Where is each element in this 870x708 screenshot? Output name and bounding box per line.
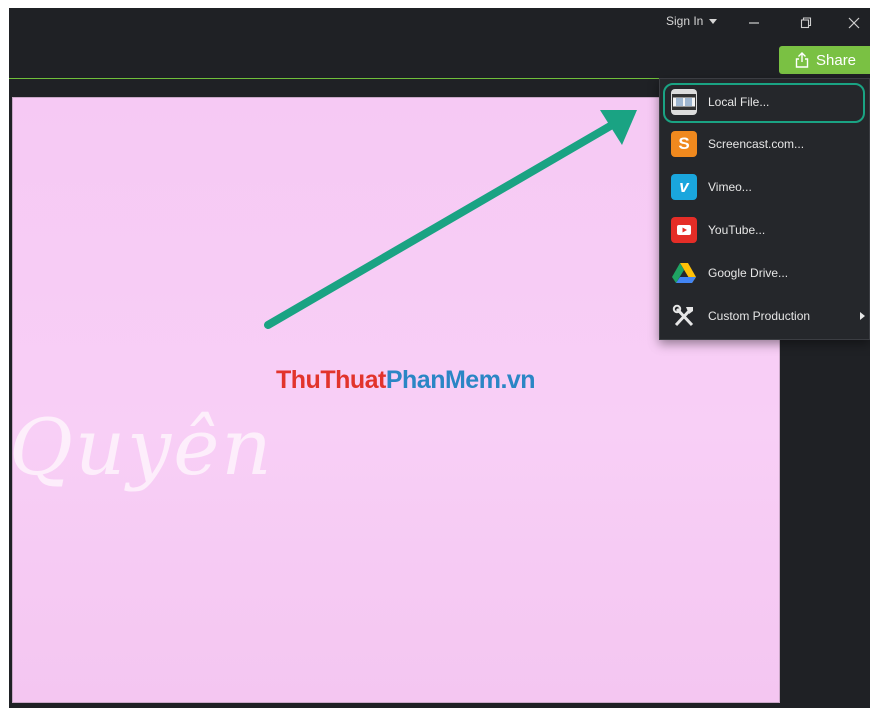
menu-item-vimeo[interactable]: v Vimeo... [660, 167, 869, 207]
watermark: ThuThuatPhanMem.vn [276, 366, 536, 395]
vimeo-icon: v [671, 174, 697, 200]
tools-icon [671, 303, 697, 329]
share-button[interactable]: Share [779, 46, 870, 74]
minimize-icon [749, 22, 759, 24]
share-dropdown-menu: Local File... S Screencast.com... v Vime… [659, 78, 870, 340]
restore-button[interactable] [792, 10, 820, 36]
chevron-down-icon [709, 18, 718, 24]
minimize-button[interactable] [740, 10, 768, 36]
share-upload-icon [795, 52, 809, 68]
screencast-icon: S [671, 131, 697, 157]
menu-item-label: Vimeo... [708, 180, 752, 194]
watermark-part1: ThuThuat [276, 366, 386, 394]
sign-in-button[interactable]: Sign In [666, 14, 718, 28]
close-icon [848, 17, 860, 29]
youtube-icon [671, 217, 697, 243]
close-button[interactable] [840, 10, 868, 36]
menu-item-label: Google Drive... [708, 266, 789, 280]
menu-item-youtube[interactable]: YouTube... [660, 210, 869, 250]
watermark-part2: PhanMem.vn [385, 366, 536, 394]
sign-in-label: Sign In [666, 14, 704, 28]
script-text: Quyên [12, 403, 274, 493]
film-strip-icon [671, 89, 697, 115]
menu-item-label: Local File... [708, 95, 770, 109]
chevron-right-icon [860, 312, 865, 320]
menu-item-local-file[interactable]: Local File... [660, 82, 869, 122]
menu-item-screencast[interactable]: S Screencast.com... [660, 124, 869, 164]
google-drive-icon [671, 260, 697, 286]
menu-item-label: Screencast.com... [708, 137, 805, 151]
menu-item-label: Custom Production [708, 309, 811, 323]
toolbar-divider [9, 78, 659, 79]
share-label: Share [816, 51, 857, 69]
restore-icon [800, 17, 812, 29]
menu-item-label: YouTube... [708, 223, 766, 237]
menu-item-google-drive[interactable]: Google Drive... [660, 253, 869, 293]
menu-item-custom-production[interactable]: Custom Production [660, 296, 869, 336]
